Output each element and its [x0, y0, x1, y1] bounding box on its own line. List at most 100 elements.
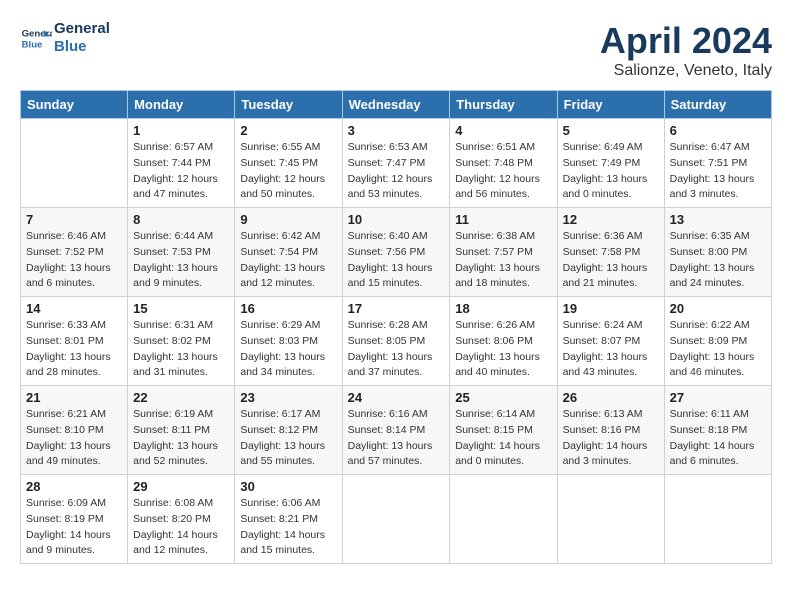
location: Salionze, Veneto, Italy [600, 62, 772, 80]
day-info-line: Daylight: 13 hours [670, 351, 755, 363]
day-number: 9 [240, 212, 336, 227]
day-cell: 19Sunrise: 6:24 AMSunset: 8:07 PMDayligh… [557, 297, 664, 386]
day-cell: 23 Sunrise: 6:17 AMSunset: 8:12 PMDayligh… [235, 386, 342, 475]
day-info-line: Sunrise: 6:17 AM [240, 408, 320, 420]
day-info: Sunrise: 6:09 AMSunset: 8:19 PMDaylight:… [26, 496, 122, 559]
day-info-line: Sunrise: 6:38 AM [455, 230, 535, 242]
day-info-line: Daylight: 13 hours [240, 262, 325, 274]
day-info-line: and 6 minutes. [26, 277, 95, 289]
day-info-line: Sunrise: 6:46 AM [26, 230, 106, 242]
day-info-line: Daylight: 12 hours [455, 173, 540, 185]
day-info: Sunrise: 6:38 AMSunset: 7:57 PMDaylight:… [455, 229, 551, 292]
day-info-line: Daylight: 13 hours [26, 440, 111, 452]
day-info-line: and 56 minutes. [455, 188, 530, 200]
header-monday: Monday [128, 91, 235, 119]
day-info-line: and 37 minutes. [348, 366, 423, 378]
day-info-line: Daylight: 13 hours [348, 351, 433, 363]
day-cell: 17Sunrise: 6:28 AMSunset: 8:05 PMDayligh… [342, 297, 450, 386]
day-number: 11 [455, 212, 551, 227]
day-info: Sunrise: 6:06 AMSunset: 8:21 PMDaylight:… [240, 496, 336, 559]
day-info-line: and 21 minutes. [563, 277, 638, 289]
day-info: Sunrise: 6:44 AMSunset: 7:53 PMDaylight:… [133, 229, 229, 292]
day-info-line: Sunset: 8:07 PM [563, 335, 641, 347]
day-info-line: Daylight: 13 hours [26, 351, 111, 363]
day-info: Sunrise: 6:14 AMSunset: 8:15 PMDaylight:… [455, 407, 551, 470]
day-cell: 9Sunrise: 6:42 AMSunset: 7:54 PMDaylight… [235, 208, 342, 297]
day-info: Sunrise: 6:47 AMSunset: 7:51 PMDaylight:… [670, 140, 766, 203]
day-number: 18 [455, 301, 551, 316]
logo-line1: General [54, 20, 110, 38]
day-info-line: Sunrise: 6:51 AM [455, 141, 535, 153]
day-info: Sunrise: 6:26 AMSunset: 8:06 PMDaylight:… [455, 318, 551, 381]
day-info-line: and 50 minutes. [240, 188, 315, 200]
day-info-line: Sunset: 8:02 PM [133, 335, 211, 347]
day-info: Sunrise: 6:40 AMSunset: 7:56 PMDaylight:… [348, 229, 445, 292]
day-cell: 6 Sunrise: 6:47 AMSunset: 7:51 PMDaylight… [664, 119, 771, 208]
day-info-line: Sunrise: 6:09 AM [26, 497, 106, 509]
day-number: 5 [563, 123, 659, 138]
day-info-line: and 15 minutes. [240, 544, 315, 556]
day-number: 10 [348, 212, 445, 227]
day-info-line: Sunrise: 6:13 AM [563, 408, 643, 420]
day-number: 4 [455, 123, 551, 138]
day-info-line: Sunset: 7:48 PM [455, 157, 533, 169]
header-friday: Friday [557, 91, 664, 119]
day-info: Sunrise: 6:36 AMSunset: 7:58 PMDaylight:… [563, 229, 659, 292]
title-area: April 2024 Salionze, Veneto, Italy [600, 20, 772, 80]
week-row-2: 14Sunrise: 6:33 AMSunset: 8:01 PMDayligh… [21, 297, 772, 386]
day-info-line: Sunrise: 6:33 AM [26, 319, 106, 331]
day-info-line: Sunrise: 6:40 AM [348, 230, 428, 242]
day-cell: 16 Sunrise: 6:29 AMSunset: 8:03 PMDayligh… [235, 297, 342, 386]
day-info-line: Sunset: 7:47 PM [348, 157, 426, 169]
day-cell: 26Sunrise: 6:13 AMSunset: 8:16 PMDayligh… [557, 386, 664, 475]
day-number: 2 [240, 123, 336, 138]
day-cell [342, 475, 450, 564]
day-info-line: and 57 minutes. [348, 455, 423, 467]
day-info-line: Sunrise: 6:14 AM [455, 408, 535, 420]
day-info-line: Sunrise: 6:11 AM [670, 408, 749, 420]
day-info-line: and 0 minutes. [563, 188, 632, 200]
day-number: 13 [670, 212, 766, 227]
day-info: Sunrise: 6:33 AMSunset: 8:01 PMDaylight:… [26, 318, 122, 381]
header-sunday: Sunday [21, 91, 128, 119]
day-info: Sunrise: 6:49 AMSunset: 7:49 PMDaylight:… [563, 140, 659, 203]
day-info: Sunrise: 6:17 AMSunset: 8:12 PMDaylight:… [240, 407, 336, 470]
day-info: Sunrise: 6:35 AMSunset: 8:00 PMDaylight:… [670, 229, 766, 292]
day-cell: 11 Sunrise: 6:38 AMSunset: 7:57 PMDayligh… [450, 208, 557, 297]
day-cell: 14Sunrise: 6:33 AMSunset: 8:01 PMDayligh… [21, 297, 128, 386]
day-info-line: Sunset: 8:16 PM [563, 424, 641, 436]
day-number: 23 [240, 390, 336, 405]
day-cell: 20Sunrise: 6:22 AMSunset: 8:09 PMDayligh… [664, 297, 771, 386]
header-wednesday: Wednesday [342, 91, 450, 119]
day-info-line: Sunset: 7:56 PM [348, 246, 426, 258]
day-info: Sunrise: 6:08 AM Sunset: 8:20 PM Daylight:… [133, 496, 229, 559]
day-info: Sunrise: 6:29 AMSunset: 8:03 PMDaylight:… [240, 318, 336, 381]
day-number: 16 [240, 301, 336, 316]
day-info-line: and 12 minutes. [133, 544, 208, 556]
day-cell: 7Sunrise: 6:46 AMSunset: 7:52 PMDaylight… [21, 208, 128, 297]
day-number: 21 [26, 390, 122, 405]
day-info-line: and 49 minutes. [26, 455, 101, 467]
header-thursday: Thursday [450, 91, 557, 119]
day-number: 6 [670, 123, 766, 138]
day-info-line: Sunrise: 6:08 AM [133, 497, 213, 509]
day-number: 26 [563, 390, 659, 405]
day-info-line: Sunset: 8:06 PM [455, 335, 533, 347]
day-info-line: and 52 minutes. [133, 455, 208, 467]
day-number: 15 [133, 301, 229, 316]
day-info: Sunrise: 6:28 AMSunset: 8:05 PMDaylight:… [348, 318, 445, 381]
logo-icon: General Blue [20, 22, 52, 54]
day-info-line: Sunrise: 6:55 AM [240, 141, 320, 153]
week-row-1: 7Sunrise: 6:46 AMSunset: 7:52 PMDaylight… [21, 208, 772, 297]
day-info: Sunrise: 6:53 AMSunset: 7:47 PMDaylight:… [348, 140, 445, 203]
day-cell: 13 Sunrise: 6:35 AMSunset: 8:00 PMDayligh… [664, 208, 771, 297]
day-number: 8 [133, 212, 229, 227]
day-info-line: and 3 minutes. [670, 188, 739, 200]
day-info-line: Sunrise: 6:26 AM [455, 319, 535, 331]
day-info-line: and 53 minutes. [348, 188, 423, 200]
day-info-line: Sunrise: 6:31 AM [133, 319, 213, 331]
day-info-line: Sunrise: 6:44 AM [133, 230, 213, 242]
day-info-line: Sunset: 8:20 PM [133, 513, 211, 525]
day-info: Sunrise: 6:24 AMSunset: 8:07 PMDaylight:… [563, 318, 659, 381]
day-info-line: Daylight: 14 hours [133, 529, 218, 541]
